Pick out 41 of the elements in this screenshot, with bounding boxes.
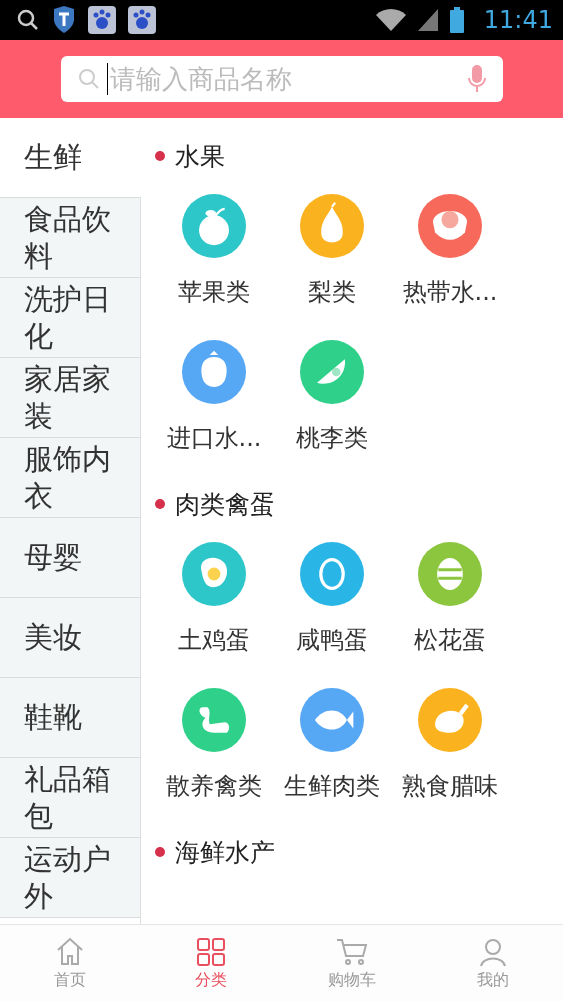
category-link[interactable]: 桃李类: [296, 422, 368, 454]
category-link[interactable]: 松花蛋: [414, 624, 486, 656]
category-link[interactable]: 散养禽类: [166, 770, 262, 802]
category-link[interactable]: 热带水...: [402, 276, 498, 308]
paw-icon: [128, 6, 156, 34]
nav-tab[interactable]: 分类: [140, 925, 282, 1002]
category-link[interactable]: 苹果类: [178, 276, 250, 308]
category-tab[interactable]: 母婴: [0, 518, 140, 598]
microphone-icon[interactable]: [466, 65, 487, 93]
category-link[interactable]: 咸鸭蛋: [296, 624, 368, 656]
cart-icon: [335, 936, 368, 968]
search-icon: [16, 8, 40, 32]
bullet-icon: [155, 499, 165, 509]
category-link[interactable]: 生鲜肉类: [284, 770, 380, 802]
category-tab[interactable]: 服饰内衣: [0, 438, 140, 518]
bullet-icon: [155, 151, 165, 161]
paw-icon: [88, 6, 116, 34]
category-link[interactable]: 进口水...: [166, 422, 262, 454]
battery-icon: [449, 7, 464, 33]
category-link[interactable]: 熟食腊味: [402, 770, 498, 802]
category-tab[interactable]: 家居家装: [0, 358, 140, 438]
section-title: 水果: [175, 140, 225, 173]
grid-icon: [195, 936, 228, 968]
category-tab[interactable]: 礼品箱包: [0, 758, 140, 838]
category-link[interactable]: 土鸡蛋: [178, 624, 250, 656]
clock: 11:41: [483, 6, 553, 34]
category-tab[interactable]: 食品饮料: [0, 198, 140, 278]
category-tab[interactable]: 运动户外: [0, 838, 140, 918]
search-field[interactable]: 请输入商品名称: [60, 56, 503, 102]
signal-icon: [417, 9, 438, 31]
category-link[interactable]: 梨类: [308, 276, 356, 308]
category-tab[interactable]: 生鲜: [0, 118, 141, 198]
category-tab[interactable]: 洗护日化: [0, 278, 140, 358]
search-icon: [76, 67, 101, 91]
category-tab[interactable]: 鞋靴: [0, 678, 140, 758]
shield-icon: [52, 6, 76, 34]
section-title: 肉类禽蛋: [175, 488, 275, 521]
section-title: 海鲜水产: [175, 836, 275, 869]
wifi-icon: [375, 9, 406, 31]
bullet-icon: [155, 847, 165, 857]
category-tab[interactable]: 美妆: [0, 598, 140, 678]
